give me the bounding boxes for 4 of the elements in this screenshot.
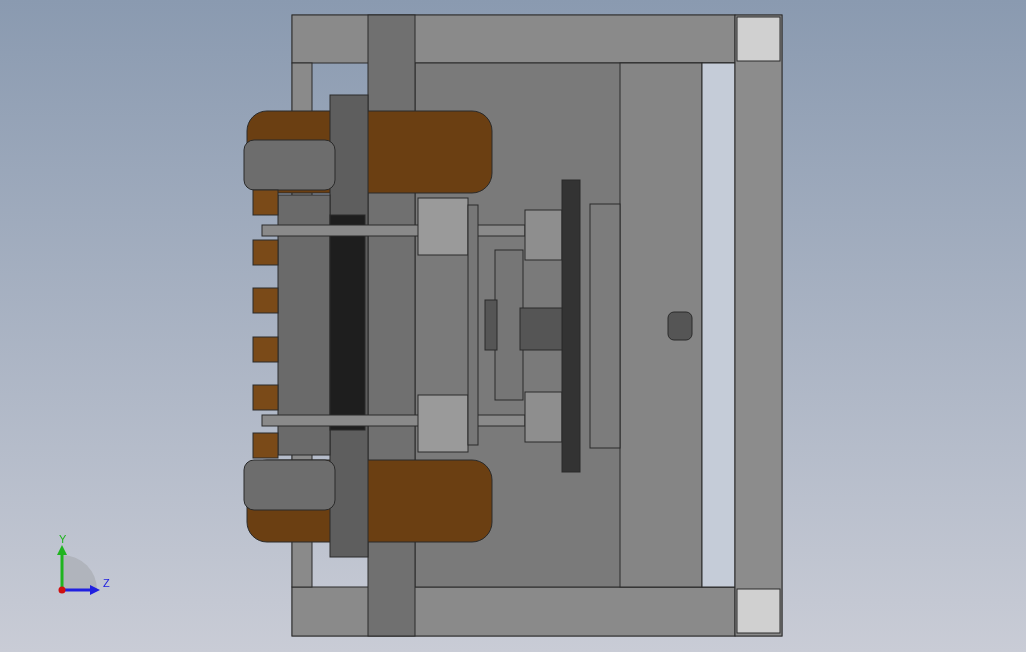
origin-dot-icon xyxy=(58,586,66,594)
axis-label: Z xyxy=(103,577,110,589)
axis-label: Y xyxy=(59,533,67,545)
triad-plane-icon xyxy=(62,555,97,590)
